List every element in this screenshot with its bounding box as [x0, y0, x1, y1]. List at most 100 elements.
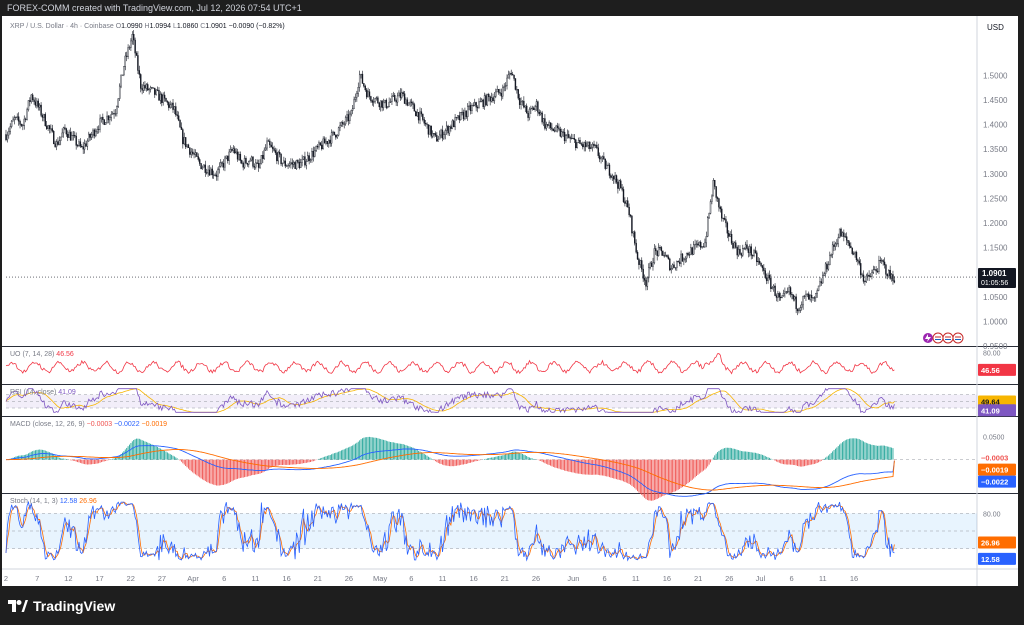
candle-down	[270, 144, 272, 148]
candle-up	[36, 100, 38, 106]
candle-down	[41, 115, 44, 118]
candle-down	[882, 260, 884, 263]
ohlc-value: 1.0901	[205, 23, 228, 30]
candle-up	[389, 101, 392, 103]
candle-up	[203, 164, 205, 168]
candle-up	[277, 152, 279, 162]
candle-up	[454, 117, 456, 128]
main-legend-symbol[interactable]: XRP / U.S. Dollar · 4h · Coinbase	[10, 23, 116, 30]
candle-up	[657, 247, 660, 256]
candle-down	[787, 291, 789, 293]
economic-event-flag-icon[interactable]	[932, 332, 944, 344]
candle-down	[93, 129, 96, 137]
candle-up	[829, 255, 831, 266]
candle-down	[850, 245, 852, 249]
candle-up	[711, 195, 713, 202]
candle-up	[392, 95, 395, 97]
candle-down	[721, 208, 723, 219]
candle-down	[892, 274, 894, 281]
candle-up	[506, 77, 508, 86]
chart-frame[interactable]: 1.5000 1.4500 1.4000 1.3500 1.3000 1.2500 1.20…	[2, 16, 1018, 586]
candle-up	[238, 154, 240, 160]
candle-down	[702, 246, 705, 248]
candle-up	[639, 260, 642, 265]
candle-up	[565, 135, 567, 141]
price-axis-tick: 1.1500	[983, 244, 1008, 253]
footer-bar: TradingView	[0, 588, 1024, 625]
candle-down	[603, 156, 605, 160]
candle-down	[280, 154, 282, 165]
economic-event-flag-icon[interactable]	[942, 332, 954, 344]
candle-down	[492, 97, 494, 102]
candle-down	[598, 155, 601, 160]
candle-up	[742, 248, 744, 256]
candle-up	[78, 141, 80, 146]
chart-canvas[interactable]: 1.5000 1.4500 1.4000 1.3500 1.3000 1.2500 1.20…	[2, 16, 1018, 586]
candle-up	[100, 116, 103, 120]
candle-down	[423, 119, 425, 124]
candle-down	[775, 295, 778, 298]
candle-up	[337, 127, 340, 136]
stoch-legend-part: Stoch (14, 1, 3)	[10, 498, 60, 505]
candle-up	[834, 243, 837, 247]
candle-up	[801, 304, 803, 308]
candle-down	[843, 232, 845, 237]
candle-down	[795, 296, 797, 309]
candle-down	[48, 125, 51, 130]
candle-down	[641, 260, 643, 270]
candle-down	[426, 123, 428, 125]
candle-up	[705, 236, 708, 244]
candle-up	[285, 165, 288, 167]
candle-up	[336, 135, 338, 138]
candle-down	[764, 270, 766, 278]
candle-down	[197, 156, 199, 160]
candle-down	[412, 102, 414, 105]
candle-up	[416, 112, 418, 117]
candle-up	[30, 94, 32, 102]
candle-up	[618, 180, 620, 189]
candle-down	[489, 96, 491, 102]
candle-up	[384, 99, 386, 103]
candle-up	[429, 125, 431, 135]
candle-up	[243, 158, 246, 168]
candle-up	[530, 107, 532, 110]
tradingview-logo[interactable]: TradingView	[8, 598, 115, 614]
candle-up	[9, 126, 11, 132]
economic-event-flag-icon[interactable]	[952, 332, 964, 344]
candle-down	[67, 133, 69, 138]
candle-up	[145, 84, 148, 89]
candle-up	[225, 155, 228, 159]
candle-up	[127, 47, 129, 57]
candle-down	[716, 197, 719, 199]
candle-down	[537, 101, 539, 113]
candle-down	[792, 294, 795, 300]
candle-up	[737, 248, 740, 256]
candle-down	[758, 260, 761, 264]
candle-down	[239, 154, 242, 161]
candle-down	[176, 114, 178, 116]
candle-up	[516, 89, 518, 91]
time-axis-tick: 2	[4, 574, 8, 583]
candle-up	[391, 96, 393, 102]
candle-up	[694, 244, 696, 246]
candle-up	[96, 129, 98, 133]
candle-up	[23, 118, 25, 126]
candle-down	[215, 174, 218, 177]
candle-down	[656, 250, 658, 256]
candle-up	[155, 89, 157, 95]
candle-up	[605, 164, 608, 169]
candle-down	[17, 116, 20, 122]
candle-up	[865, 275, 868, 282]
time-axis-tick: 17	[95, 574, 103, 583]
candle-down	[714, 180, 716, 187]
candle-up	[346, 114, 348, 118]
candle-down	[635, 242, 637, 253]
candle-up	[799, 307, 802, 311]
candle-down	[347, 114, 350, 122]
candle-up	[507, 74, 510, 79]
macd-legend: MACD (close, 12, 26, 9) −0.0003 −0.0022 …	[10, 421, 167, 428]
candle-up	[809, 294, 811, 300]
candle-up	[854, 252, 856, 255]
candle-down	[24, 118, 27, 120]
candle-up	[380, 100, 382, 108]
